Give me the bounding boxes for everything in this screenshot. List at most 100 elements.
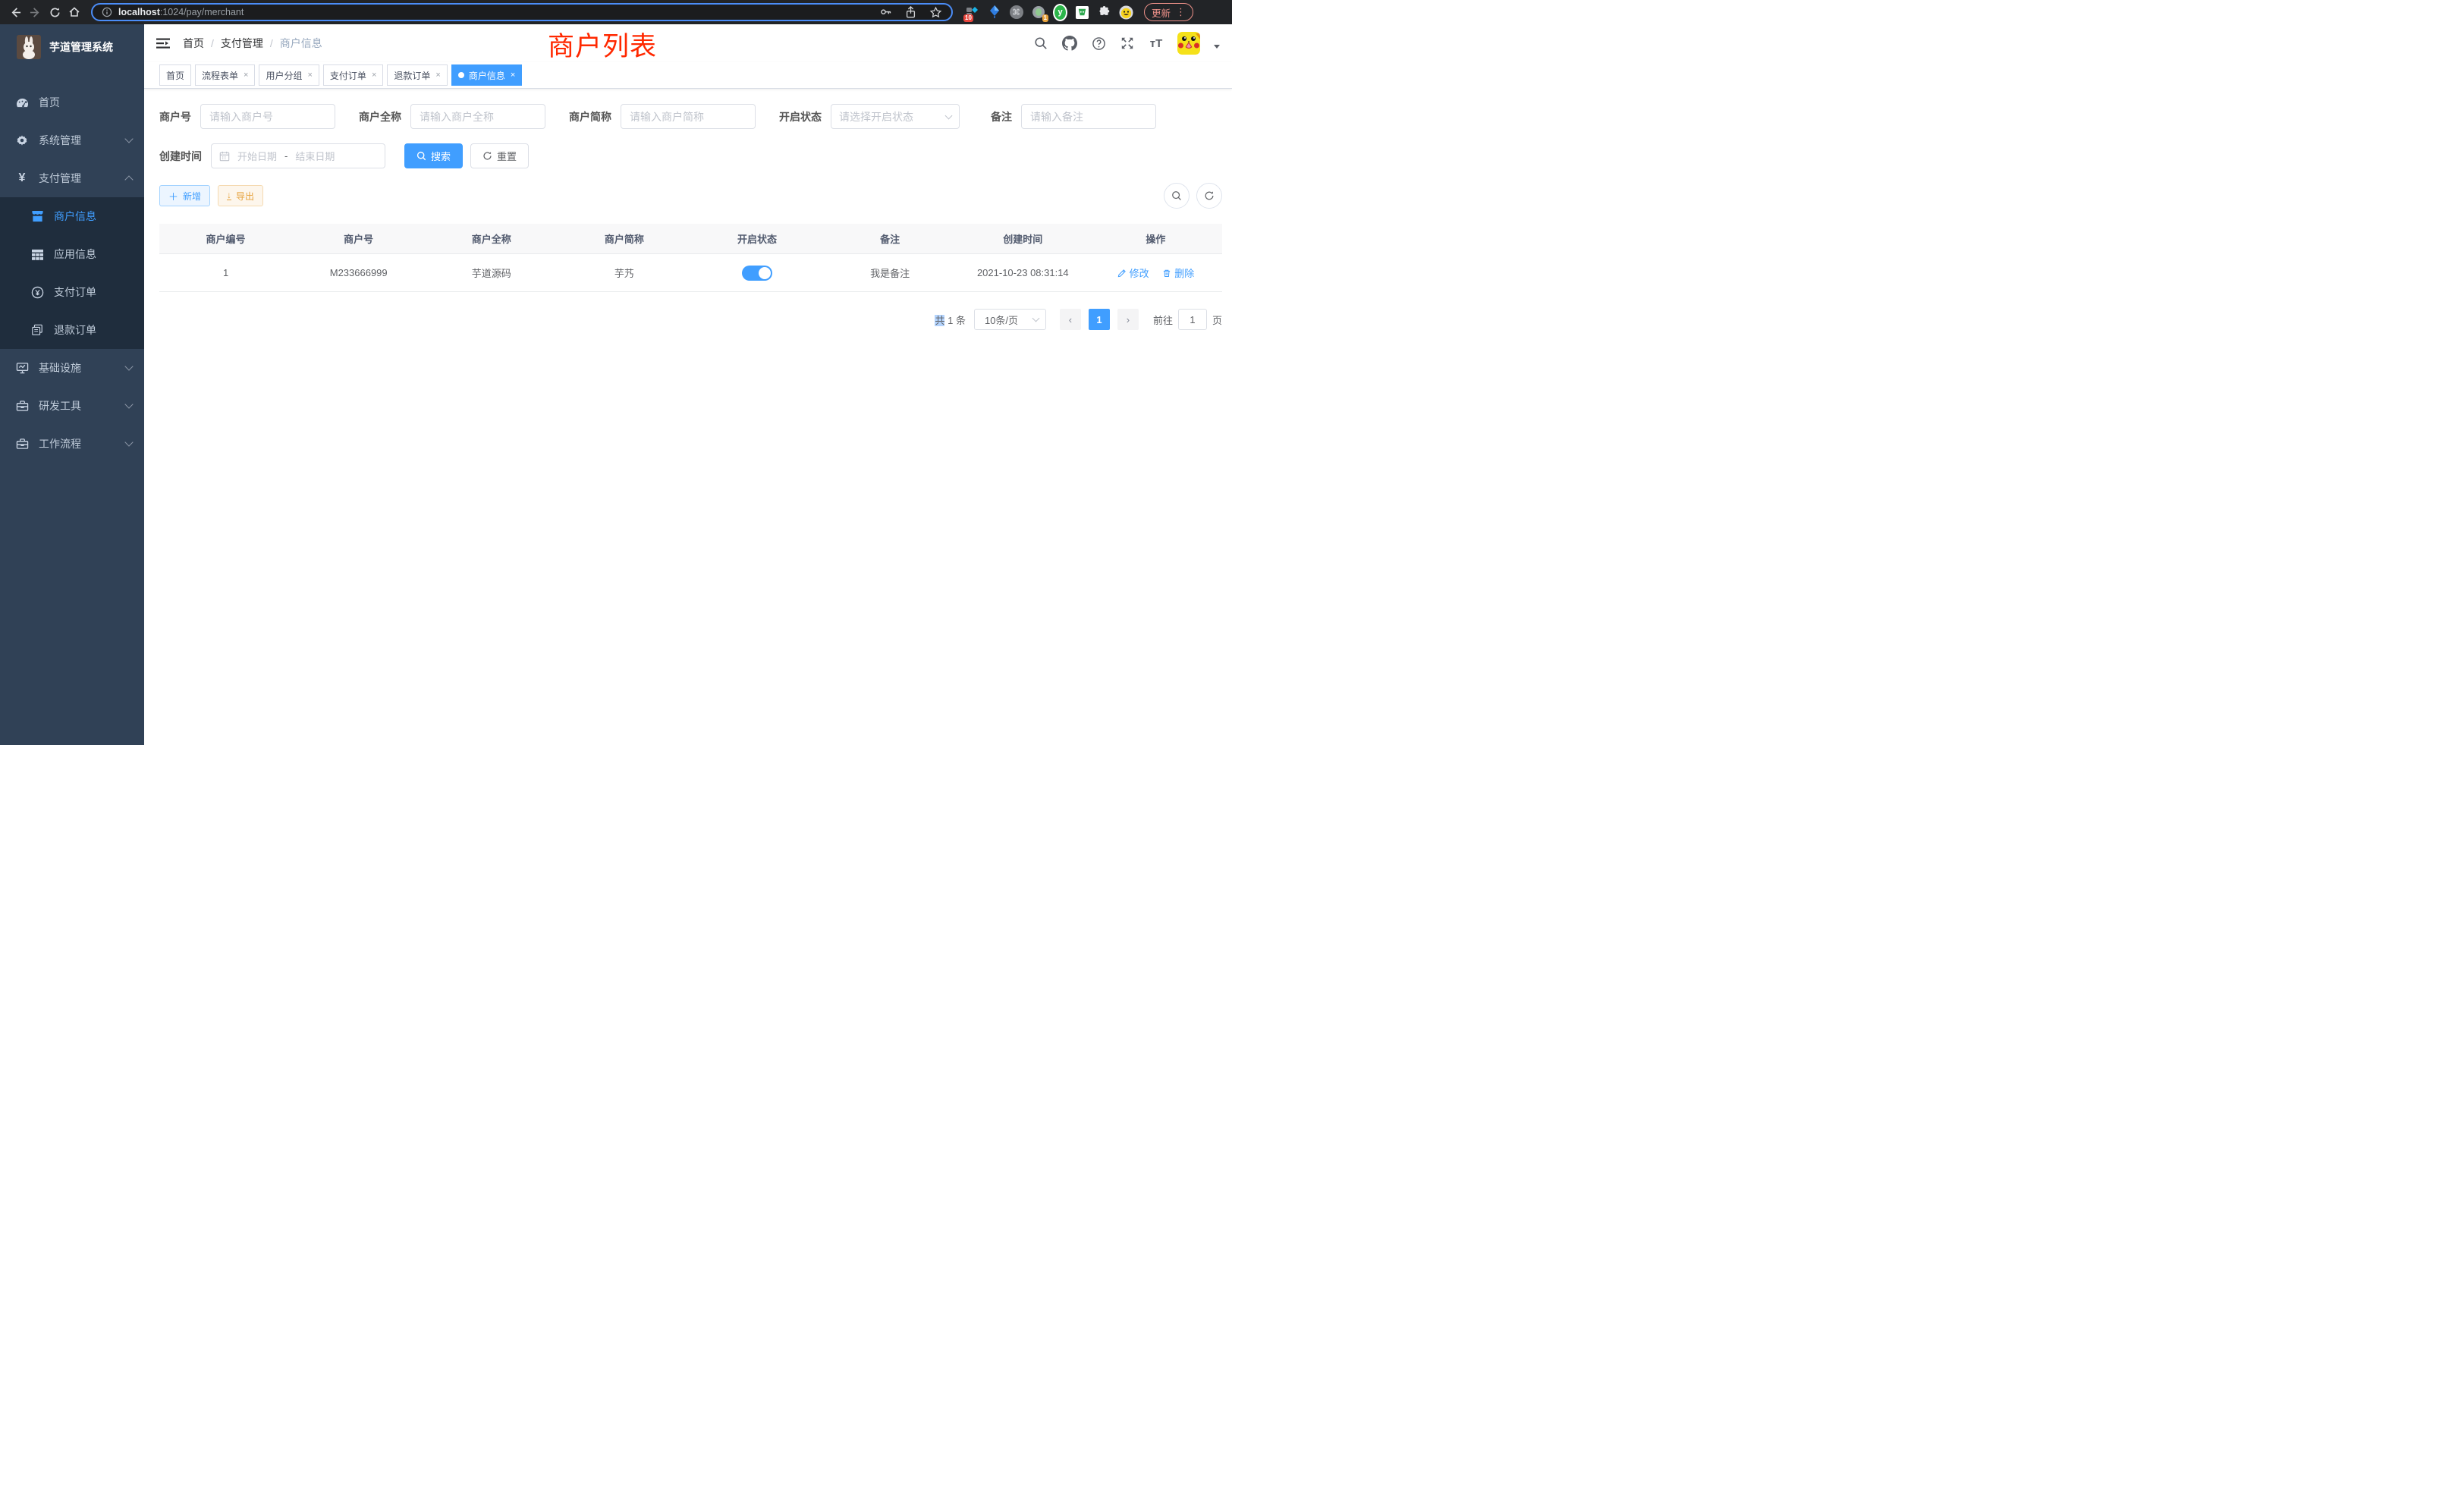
gear-icon — [15, 134, 29, 146]
filter-label: 商户号 — [159, 109, 191, 124]
sidebar-item-devtools[interactable]: 研发工具 — [0, 387, 144, 425]
breadcrumb-separator: / — [270, 37, 273, 49]
extension-yudao-icon[interactable]: y — [1053, 5, 1067, 20]
font-size-icon[interactable]: ᴛT — [1149, 36, 1164, 51]
filter-label: 开启状态 — [779, 109, 822, 124]
reset-button[interactable]: 重置 — [470, 143, 529, 168]
tab-refund-order[interactable]: 退款订单× — [387, 64, 447, 86]
remark-input[interactable] — [1021, 104, 1156, 129]
refresh-table-button[interactable] — [1196, 183, 1222, 209]
search-button[interactable]: 搜索 — [404, 143, 463, 168]
browser-update-button[interactable]: 更新 ⋮ — [1144, 3, 1193, 21]
merchant-no-input[interactable] — [200, 104, 335, 129]
sidebar-item-merchant-info[interactable]: 商户信息 — [0, 197, 144, 235]
add-button[interactable]: ＋ 新增 — [159, 185, 210, 206]
extension-kite-icon[interactable] — [987, 5, 1001, 20]
sidebar-item-label: 支付管理 — [39, 171, 81, 186]
col-merchant-no: 商户号 — [292, 224, 425, 254]
extension-chat-icon[interactable] — [1075, 5, 1089, 20]
filter-label: 备注 — [991, 109, 1012, 124]
bookmark-star-icon[interactable] — [929, 6, 942, 19]
page-size-select[interactable]: 10条/页 — [974, 309, 1046, 330]
url-host: localhost — [118, 7, 160, 17]
sidebar-item-refund-order[interactable]: 退款订单 — [0, 311, 144, 349]
sidebar-item-pay-order[interactable]: 支付订单 — [0, 273, 144, 311]
extension-command-icon[interactable]: ⌘ — [1009, 5, 1023, 20]
tab-merchant-info[interactable]: 商户信息× — [451, 64, 522, 86]
sidebar-item-home[interactable]: 首页 — [0, 83, 144, 121]
github-icon[interactable] — [1062, 36, 1077, 51]
extension-tray-icon[interactable]: 1 — [1031, 5, 1045, 20]
tab-home[interactable]: 首页 — [159, 64, 191, 86]
password-key-icon[interactable] — [879, 6, 892, 19]
trash-icon — [1162, 269, 1171, 278]
url-bar[interactable]: localhost:1024/pay/merchant — [91, 3, 953, 21]
extension-pin-icon[interactable]: 10 — [965, 5, 979, 20]
avatar-dropdown-caret[interactable] — [1214, 45, 1220, 49]
merchant-shortname-input[interactable] — [621, 104, 756, 129]
breadcrumb-home[interactable]: 首页 — [183, 36, 204, 51]
back-icon[interactable] — [8, 5, 23, 20]
fullscreen-icon[interactable] — [1120, 36, 1135, 51]
tab-close-icon[interactable]: × — [511, 71, 515, 80]
chevron-down-icon — [945, 112, 953, 119]
refresh-icon — [1204, 190, 1215, 201]
tab-user-group[interactable]: 用户分组× — [259, 64, 319, 86]
url-text: localhost:1024/pay/merchant — [118, 7, 244, 17]
filter-row-2: 创建时间 开始日期 - 结束日期 搜索 重置 — [159, 143, 1222, 168]
plus-icon: ＋ — [168, 189, 178, 203]
prev-page-button[interactable]: ‹ — [1060, 309, 1081, 330]
add-button-label: 新增 — [183, 190, 201, 203]
delete-link-label: 删除 — [1174, 266, 1194, 280]
col-full-name: 商户全称 — [425, 224, 558, 254]
tab-label: 首页 — [166, 69, 184, 82]
user-avatar[interactable] — [1177, 32, 1200, 55]
sidebar-item-workflow[interactable]: 工作流程 — [0, 425, 144, 463]
profile-avatar-icon[interactable] — [1119, 5, 1133, 20]
sidebar-item-pay[interactable]: ¥ 支付管理 — [0, 159, 144, 197]
breadcrumb-pay[interactable]: 支付管理 — [221, 36, 263, 51]
status-select[interactable]: 请选择开启状态 — [831, 104, 960, 129]
create-time-range-picker[interactable]: 开始日期 - 结束日期 — [211, 143, 385, 168]
date-end-placeholder[interactable]: 结束日期 — [295, 149, 335, 163]
status-toggle[interactable] — [742, 266, 772, 281]
forward-icon[interactable] — [27, 5, 42, 20]
status-select-placeholder: 请选择开启状态 — [839, 109, 913, 124]
page-size-value: 10条/页 — [985, 313, 1018, 327]
date-start-placeholder[interactable]: 开始日期 — [237, 149, 277, 163]
app-logo-row[interactable]: 芋道管理系统 — [0, 24, 144, 70]
pay-submenu: 商户信息 应用信息 支付订单 — [0, 197, 144, 349]
site-info-icon[interactable] — [102, 7, 112, 17]
help-icon[interactable] — [1091, 36, 1106, 51]
merchant-fullname-input[interactable] — [410, 104, 545, 129]
delete-link[interactable]: 删除 — [1162, 266, 1194, 280]
reload-icon[interactable] — [47, 5, 62, 20]
goto-page-input[interactable] — [1178, 309, 1207, 330]
tab-process-form[interactable]: 流程表单× — [195, 64, 255, 86]
tab-close-icon[interactable]: × — [244, 71, 248, 80]
sidebar-menu: 首页 系统管理 ¥ 支付管理 — [0, 83, 144, 463]
tab-close-icon[interactable]: × — [307, 71, 312, 80]
tab-pay-order[interactable]: 支付订单 × — [323, 64, 383, 86]
edit-link[interactable]: 修改 — [1117, 266, 1149, 280]
tab-close-icon[interactable]: × — [372, 71, 376, 80]
filter-row-1: 商户号 商户全称 商户简称 开启状态 请选择开启状态 — [159, 104, 1222, 129]
goto-suffix: 页 — [1212, 313, 1222, 327]
sidebar-item-infra[interactable]: 基础设施 — [0, 349, 144, 387]
show-search-toggle-button[interactable] — [1164, 183, 1190, 209]
extensions-puzzle-icon[interactable] — [1097, 5, 1111, 20]
tab-label: 支付订单 — [330, 69, 366, 82]
export-button[interactable]: ↓ 导出 — [218, 185, 263, 206]
tab-close-icon[interactable]: × — [435, 71, 440, 80]
browser-menu-icon[interactable]: ⋮ — [1176, 6, 1186, 18]
collapse-sidebar-icon[interactable] — [156, 36, 171, 51]
home-icon[interactable] — [67, 5, 82, 20]
share-icon[interactable] — [905, 6, 916, 18]
header-search-icon[interactable] — [1033, 36, 1048, 51]
page-number-button[interactable]: 1 — [1089, 309, 1110, 330]
sidebar-item-label: 退款订单 — [54, 322, 96, 338]
tabs-bar: 首页 流程表单× 用户分组× 支付订单 × 退款订单× 商户信息× — [144, 62, 1232, 89]
sidebar-item-app-info[interactable]: 应用信息 — [0, 235, 144, 273]
sidebar-item-system[interactable]: 系统管理 — [0, 121, 144, 159]
next-page-button[interactable]: › — [1117, 309, 1139, 330]
